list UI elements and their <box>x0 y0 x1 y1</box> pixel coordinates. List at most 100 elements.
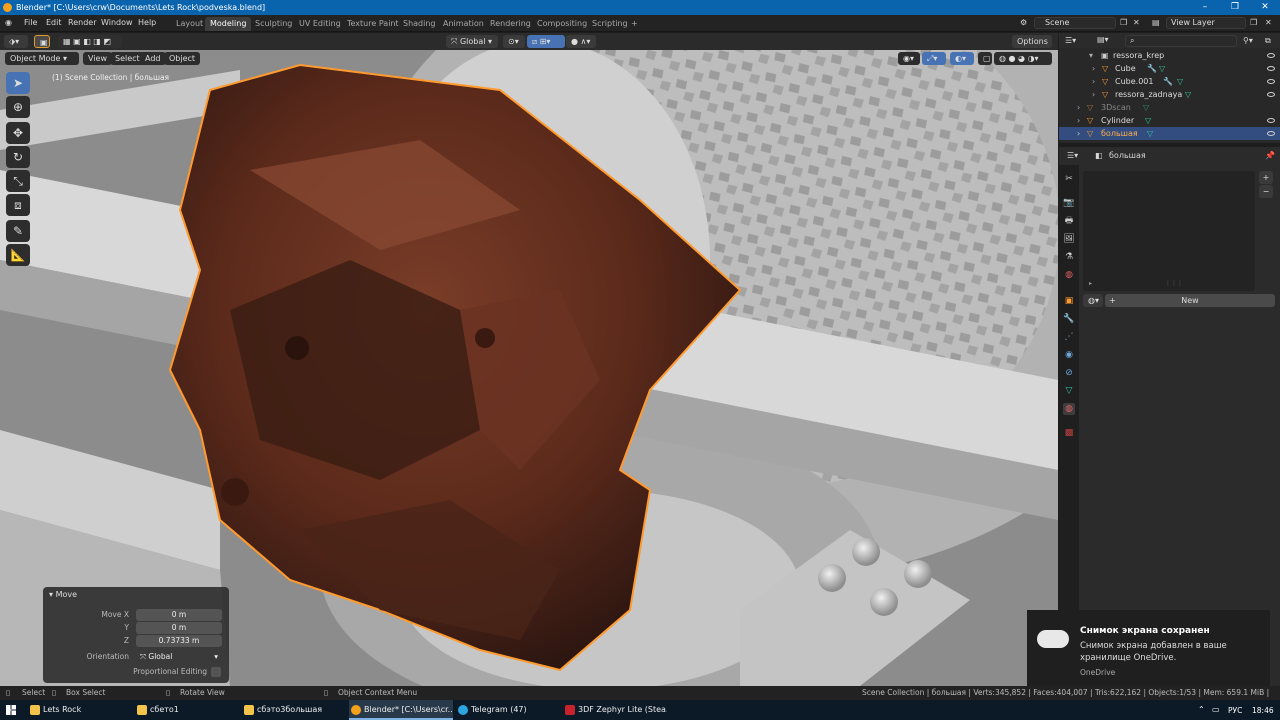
outliner-editor-icon[interactable]: ☰▾ <box>1065 36 1076 45</box>
editor-type-icon[interactable]: ⬗▾ <box>4 35 28 48</box>
new-material-button[interactable]: + New <box>1105 294 1275 307</box>
move-z-field[interactable]: 0.73733 m <box>136 635 222 647</box>
scene-close-icon[interactable]: ✕ <box>1133 18 1140 27</box>
menu-window[interactable]: Window <box>101 18 133 27</box>
view-layer-selector[interactable]: View Layer <box>1166 17 1246 29</box>
pivot-point-icon[interactable]: ⊙▾ <box>503 35 525 48</box>
expand-icon[interactable]: ▾ <box>1089 49 1093 62</box>
expand-icon[interactable]: › <box>1077 127 1080 140</box>
overlay-icon[interactable]: ◐▾ <box>950 52 974 65</box>
select-tool-icon[interactable]: ➤ <box>6 72 30 94</box>
language-indicator[interactable]: РУС <box>1228 706 1242 715</box>
modifier-tab-icon[interactable]: 🔧 <box>1063 313 1075 325</box>
taskbar-item[interactable]: Telegram (47) <box>456 700 560 720</box>
menu-edit[interactable]: Edit <box>46 18 62 27</box>
eye-icon[interactable] <box>1267 92 1275 97</box>
filter-icon[interactable]: ⚲▾ <box>1243 36 1253 45</box>
orientation-dropdown[interactable]: ⤧ Global ▾ <box>136 651 222 663</box>
move-x-field[interactable]: 0 m <box>136 609 222 621</box>
view-layer-tab-icon[interactable]: 🖼 <box>1063 233 1075 245</box>
list-expand-icon[interactable]: ▸ <box>1089 280 1092 287</box>
browse-material-icon[interactable]: ◍▾ <box>1083 294 1103 307</box>
tab-uv-editing[interactable]: UV Editing <box>294 17 346 31</box>
transform-orientation-dropdown[interactable]: ⤧ Global ▾ <box>446 35 498 48</box>
tab-animation[interactable]: Animation <box>438 17 489 31</box>
eye-icon[interactable] <box>1267 53 1275 58</box>
eye-icon[interactable] <box>1267 118 1275 123</box>
expand-icon[interactable]: › <box>1077 114 1080 127</box>
tab-rendering[interactable]: Rendering <box>485 17 536 31</box>
taskbar-item-active[interactable]: Blender* [C:\Users\cr... <box>349 700 453 720</box>
scene-copy-icon[interactable]: ❐ <box>1120 18 1127 27</box>
outliner-row[interactable]: ▾ ▣ ressora_krep <box>1059 49 1280 62</box>
select-mode-icon[interactable]: ▣ <box>34 35 50 48</box>
outliner-row[interactable]: › ▽ ressora_zadnaya ▽ <box>1059 88 1280 101</box>
menu-view[interactable]: View <box>83 52 112 65</box>
add-workspace-button[interactable]: + <box>626 17 643 31</box>
proportional-checkbox[interactable] <box>211 667 221 677</box>
view-layer-copy-icon[interactable]: ❐ <box>1250 18 1257 27</box>
scale-tool-icon[interactable]: ⤡ <box>6 170 30 192</box>
data-tab-icon[interactable]: ▽ <box>1063 385 1075 397</box>
menu-file[interactable]: File <box>24 18 37 27</box>
menu-add[interactable]: Add <box>140 52 166 65</box>
move-y-field[interactable]: 0 m <box>136 622 222 634</box>
outliner-row-selected[interactable]: › ▽ большая ▽ <box>1059 127 1280 140</box>
list-resize-handle[interactable]: ⋮⋮⋮ <box>1165 280 1183 287</box>
object-mode-dropdown[interactable]: Object Mode ▾ <box>5 52 79 65</box>
visibility-icon[interactable]: ◉▾ <box>898 52 920 65</box>
maximize-button[interactable]: ❐ <box>1220 0 1250 15</box>
taskbar-item[interactable]: 3DF Zephyr Lite (Stea... <box>563 700 667 720</box>
close-button[interactable]: ✕ <box>1250 0 1280 15</box>
move-tool-icon[interactable]: ✥ <box>6 122 30 144</box>
blender-menu-icon[interactable]: ◉ <box>5 18 12 27</box>
taskbar-item[interactable]: сбето1 <box>135 700 239 720</box>
menu-help[interactable]: Help <box>138 18 156 27</box>
start-icon[interactable] <box>6 705 16 715</box>
scene-selector[interactable]: Scene <box>1034 17 1116 29</box>
shading-mode-icons[interactable]: ◍ ● ◕ ◑▾ <box>994 52 1052 65</box>
eye-icon[interactable] <box>1267 66 1275 71</box>
rotate-tool-icon[interactable]: ↻ <box>6 146 30 168</box>
pin-icon[interactable]: 📌 <box>1265 151 1275 160</box>
material-tab-icon[interactable]: ◍ <box>1063 403 1075 415</box>
texture-tab-icon[interactable]: ▩ <box>1063 427 1075 439</box>
annotate-tool-icon[interactable]: ✎ <box>6 220 30 242</box>
menu-render[interactable]: Render <box>68 18 96 27</box>
cursor-tool-icon[interactable]: ⊕ <box>6 96 30 118</box>
network-icon[interactable]: ▭ <box>1212 705 1220 714</box>
proportional-edit-icon[interactable]: ● ∧▾ <box>566 35 596 48</box>
taskbar-item[interactable]: сбэто3большая <box>242 700 346 720</box>
constraints-tab-icon[interactable]: ⊘ <box>1063 367 1075 379</box>
eye-icon[interactable] <box>1267 131 1275 136</box>
expand-icon[interactable]: › <box>1092 88 1095 101</box>
minimize-button[interactable]: – <box>1190 0 1220 15</box>
measure-tool-icon[interactable]: 📐 <box>6 244 30 266</box>
tab-modeling[interactable]: Modeling <box>205 17 252 31</box>
clock[interactable]: 18:46 <box>1252 706 1274 715</box>
gizmo-icon[interactable]: ⤢▾ <box>922 52 946 65</box>
render-tab-icon[interactable]: 📷 <box>1063 197 1075 209</box>
tab-texture-paint[interactable]: Texture Paint <box>342 17 404 31</box>
object-tab-icon[interactable]: ▣ <box>1063 295 1075 307</box>
outliner-search-input[interactable]: ⌕ <box>1125 35 1237 47</box>
options-dropdown[interactable]: Options ▾ <box>1012 35 1052 59</box>
tray-chevron-icon[interactable]: ⌃ <box>1198 705 1205 714</box>
scene-tab-icon[interactable]: ⚗ <box>1063 251 1075 263</box>
physics-tab-icon[interactable]: ◉ <box>1063 349 1075 361</box>
world-tab-icon[interactable]: ◍ <box>1063 269 1075 281</box>
expand-icon[interactable]: › <box>1092 62 1095 75</box>
snap-icon[interactable]: ⧄ ⊞▾ <box>527 35 565 48</box>
tab-sculpting[interactable]: Sculpting <box>250 17 297 31</box>
properties-editor-icon[interactable]: ☰▾ <box>1067 151 1078 160</box>
xray-icon[interactable]: ▢ <box>978 52 992 65</box>
material-slot-list[interactable]: ▸ ⋮⋮⋮ <box>1083 171 1255 291</box>
onedrive-notification[interactable]: Снимок экрана сохранен Снимок экрана доб… <box>1027 610 1270 686</box>
expand-icon[interactable]: › <box>1077 101 1080 114</box>
eye-icon[interactable] <box>1267 79 1275 84</box>
outliner-row[interactable]: › ▽ Cylinder ▽ <box>1059 114 1280 127</box>
menu-object[interactable]: Object <box>164 52 201 65</box>
tab-layout[interactable]: Layout <box>171 17 208 31</box>
tab-compositing[interactable]: Compositing <box>532 17 592 31</box>
outliner-row[interactable]: › ▽ Cube 🔧 ▽ <box>1059 62 1280 75</box>
